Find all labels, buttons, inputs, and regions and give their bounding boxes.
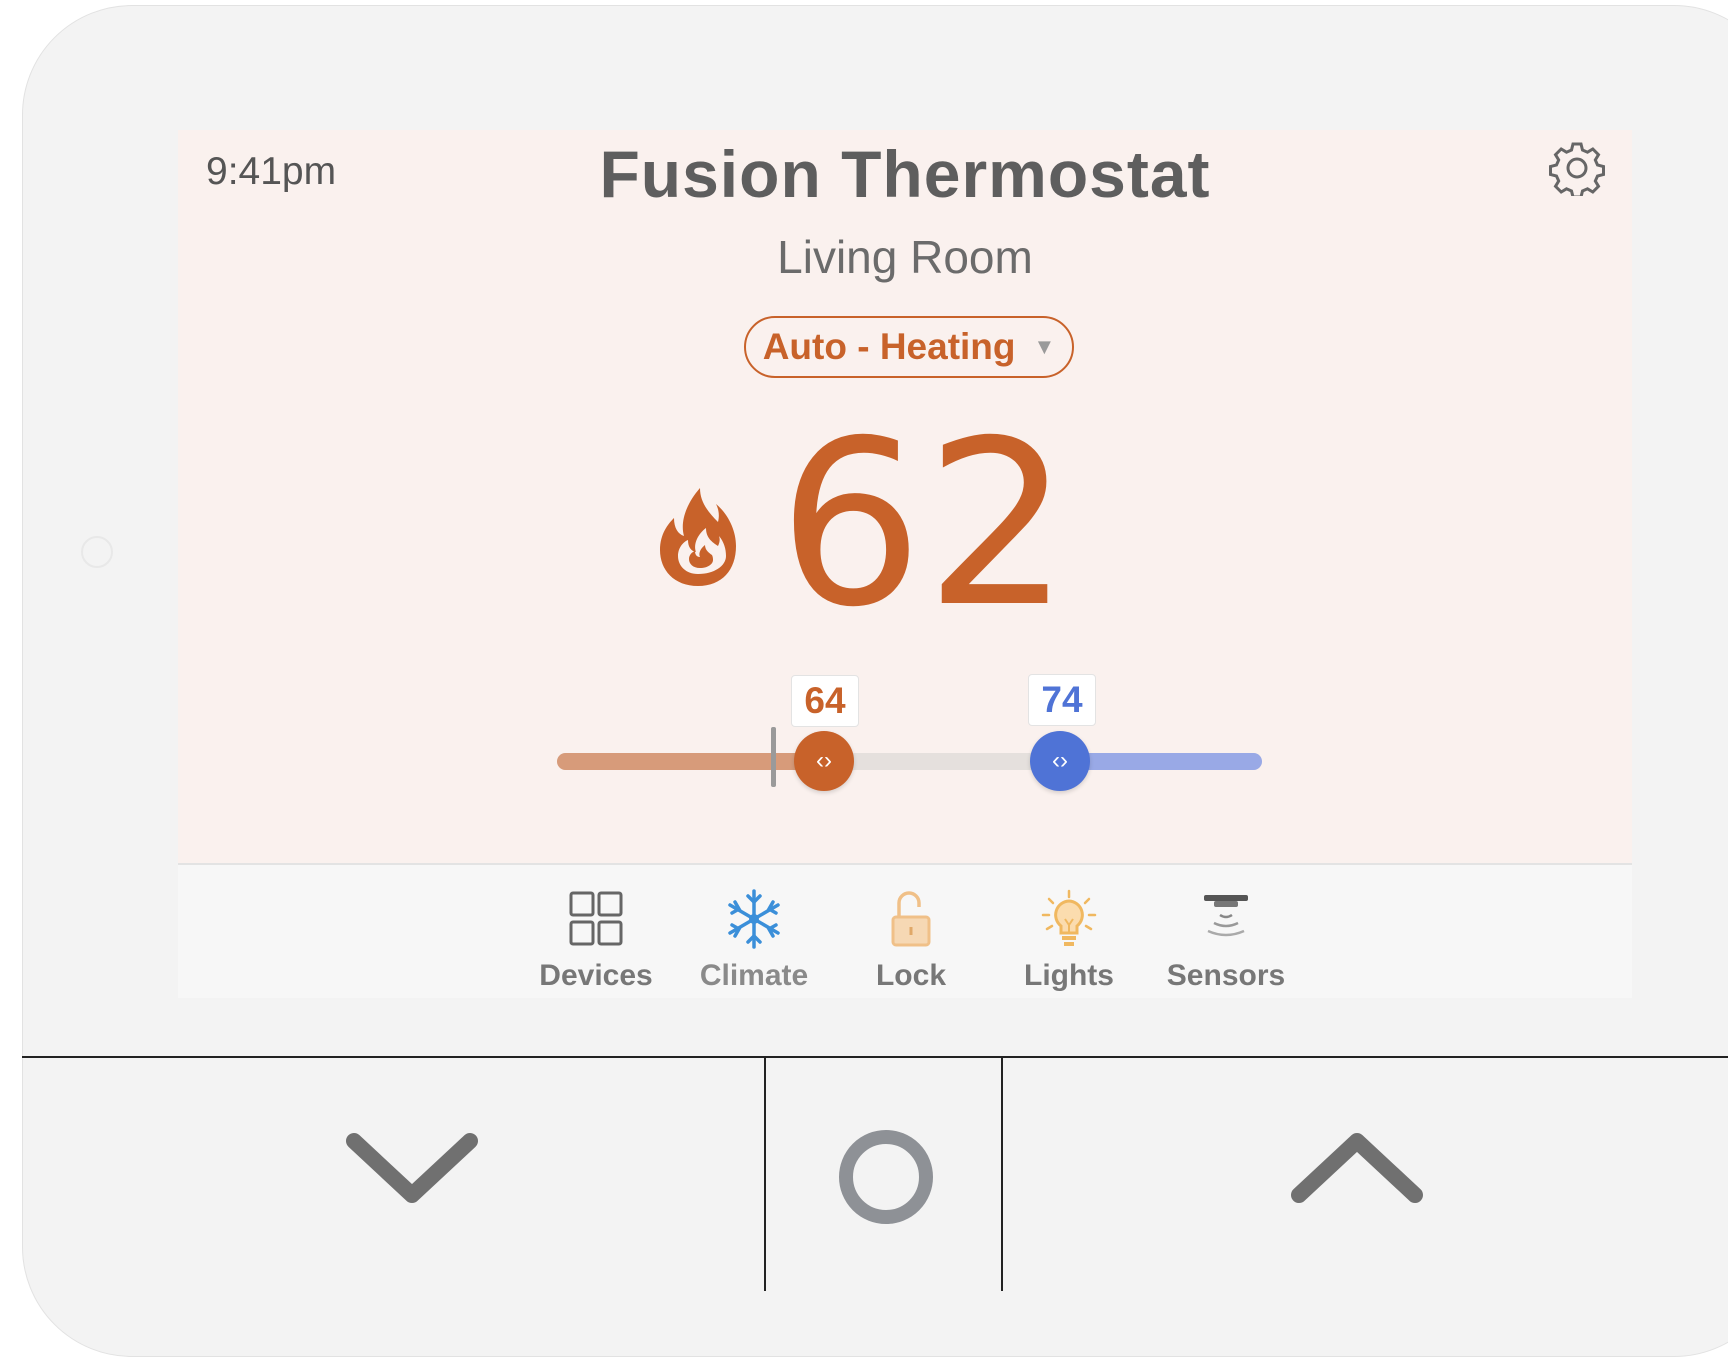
heat-range-fill bbox=[557, 753, 824, 770]
caret-down-icon: ▼ bbox=[1033, 334, 1056, 359]
drag-arrows-icon: ‹› bbox=[1052, 747, 1068, 774]
lock-icon bbox=[891, 891, 931, 947]
decrease-button[interactable] bbox=[22, 1057, 764, 1291]
lightbulb-icon bbox=[1041, 889, 1097, 946]
bottom-nav: Devices Climate Lock Lights Sensors bbox=[178, 863, 1632, 998]
nav-label-climate: Climate bbox=[699, 959, 809, 992]
nav-item-climate[interactable]: Climate bbox=[679, 889, 829, 993]
sensor-icon bbox=[1204, 895, 1248, 937]
grid-icon bbox=[569, 891, 623, 946]
current-temperature: 62 bbox=[778, 391, 1073, 657]
nav-label-sensors: Sensors bbox=[1166, 959, 1286, 992]
cool-range-fill bbox=[1060, 753, 1262, 770]
nav-item-sensors[interactable]: Sensors bbox=[1151, 889, 1301, 993]
nav-item-lights[interactable]: Lights bbox=[994, 889, 1144, 993]
chevron-down-icon bbox=[346, 1133, 478, 1203]
room-name: Living Room bbox=[777, 231, 1033, 283]
home-button[interactable] bbox=[766, 1057, 1001, 1291]
cool-setpoint-label: 74 bbox=[1028, 674, 1096, 726]
screen: 9:41pm Fusion Thermostat Living Room Aut… bbox=[178, 130, 1632, 863]
nav-item-lock[interactable]: Lock bbox=[836, 889, 986, 993]
snowflake-icon bbox=[728, 889, 780, 949]
nav-label-lock: Lock bbox=[875, 959, 947, 992]
circle-icon bbox=[839, 1130, 933, 1224]
mode-label: Auto - Heating bbox=[762, 326, 1016, 367]
heat-setpoint-handle[interactable]: ‹› bbox=[794, 731, 854, 791]
mode-selector[interactable]: Auto - Heating ▼ bbox=[744, 316, 1074, 378]
heat-setpoint-label: 64 bbox=[791, 675, 859, 727]
side-indicator bbox=[81, 536, 113, 568]
page-title: Fusion Thermostat bbox=[599, 137, 1211, 211]
current-temp-marker bbox=[771, 727, 776, 787]
flame-icon bbox=[660, 488, 736, 586]
chevron-up-icon bbox=[1291, 1133, 1423, 1203]
gear-icon[interactable] bbox=[1549, 140, 1605, 196]
nav-item-devices[interactable]: Devices bbox=[521, 889, 671, 993]
nav-label-devices: Devices bbox=[539, 959, 653, 992]
cool-setpoint-handle[interactable]: ‹› bbox=[1030, 731, 1090, 791]
drag-arrows-icon: ‹› bbox=[816, 747, 832, 774]
nav-label-lights: Lights bbox=[1024, 959, 1114, 992]
increase-button[interactable] bbox=[1003, 1057, 1728, 1291]
